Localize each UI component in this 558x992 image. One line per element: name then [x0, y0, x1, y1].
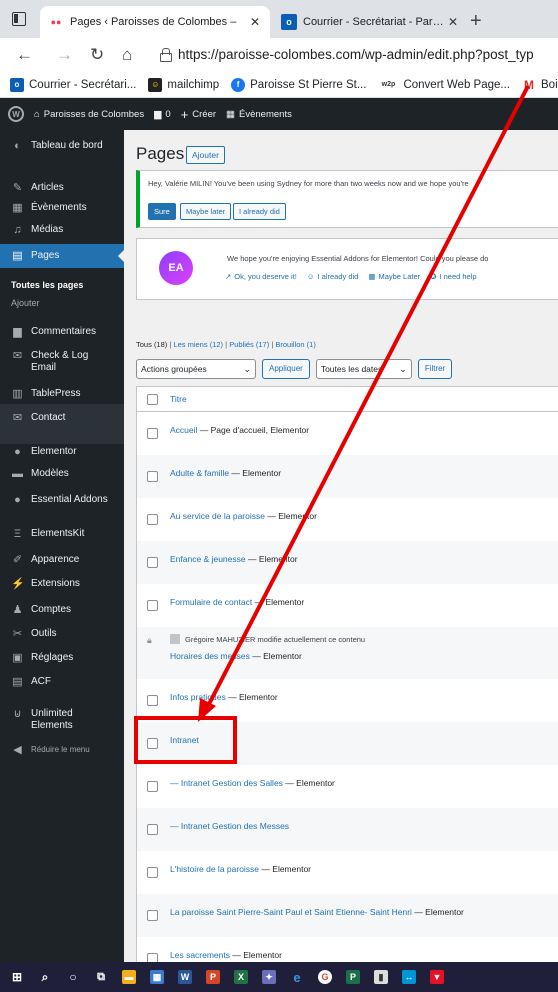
calculator-icon[interactable]: ▦ [150, 970, 164, 984]
task-view-icon[interactable]: ⧉ [94, 970, 108, 984]
excel-icon[interactable]: X [234, 970, 248, 984]
teamviewer-icon[interactable]: ↔ [402, 970, 416, 984]
app-icon[interactable]: ✦ [262, 970, 276, 984]
notepad-icon[interactable]: ▮ [374, 970, 388, 984]
annotation-highlight-box [134, 716, 237, 764]
annotation-arrow [198, 85, 530, 722]
file-explorer-icon[interactable]: ▬ [122, 970, 136, 984]
edge-icon[interactable]: e [290, 970, 304, 985]
search-icon[interactable]: ⌕ [38, 970, 52, 984]
app-red-icon[interactable]: ▼ [430, 970, 444, 984]
chrome-icon[interactable]: G [318, 970, 332, 984]
publisher-icon[interactable]: P [346, 970, 360, 984]
windows-start-icon[interactable]: ⊞ [10, 970, 24, 984]
cortana-icon[interactable]: ○ [66, 970, 80, 984]
word-icon[interactable]: W [178, 970, 192, 984]
powerpoint-icon[interactable]: P [206, 970, 220, 984]
windows-taskbar: ⊞ ⌕ ○ ⧉ ▬ ▦ W P X ✦ e G P ▮ ↔ ▼ [0, 962, 558, 992]
